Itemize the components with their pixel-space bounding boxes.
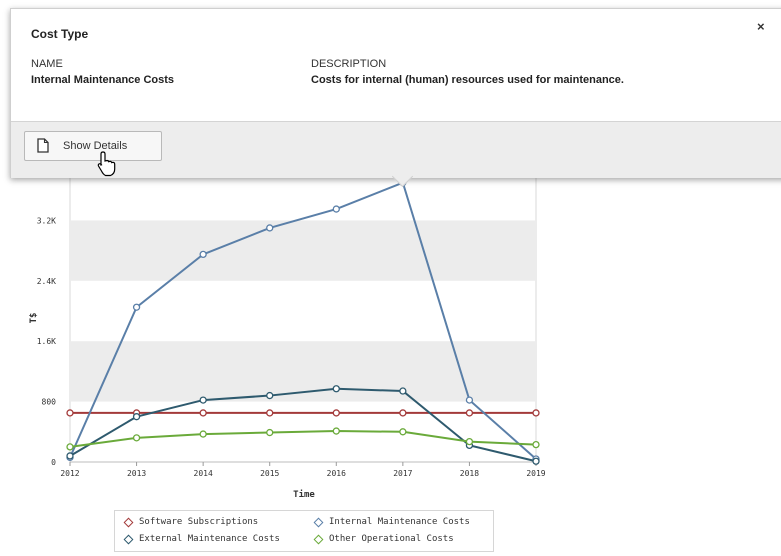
data-point[interactable] [399,387,407,395]
data-point[interactable] [66,443,74,451]
data-point[interactable] [399,428,407,436]
data-point[interactable] [266,391,274,400]
y-tick-label: 0 [51,458,56,467]
legend-marker [123,517,134,528]
data-point[interactable] [266,428,274,437]
x-tick-label: 2018 [460,469,479,478]
data-point[interactable] [266,409,274,417]
chart-legend: Software Subscriptions Internal Maintena… [114,510,494,552]
data-point[interactable] [66,409,74,417]
x-tick-label: 2014 [194,469,213,478]
data-point[interactable] [66,452,74,460]
name-label: NAME [31,58,63,70]
x-tick-label: 2015 [260,469,279,478]
x-tick-label: 2012 [60,469,79,478]
description-value: Costs for internal (human) resources use… [311,74,624,86]
y-tick-label: 800 [42,398,57,407]
legend-label: External Maintenance Costs [139,534,280,544]
data-point[interactable] [332,385,340,393]
legend-label: Software Subscriptions [139,517,259,527]
hand-cursor-icon [96,150,118,183]
x-axis-label: Time [293,489,315,500]
y-tick-label: 1.6K [37,337,56,346]
data-point[interactable] [332,205,340,213]
y-tick-label: 2.4K [37,277,56,286]
data-point[interactable] [399,409,407,417]
show-details-button[interactable]: Show Details [24,131,162,161]
data-point[interactable] [465,437,474,446]
cost-type-popover: Cost Type × NAME Internal Maintenance Co… [10,8,781,178]
popover-footer: Show Details [11,121,781,178]
data-point[interactable] [199,409,207,417]
data-point[interactable] [199,396,207,404]
data-point[interactable] [199,250,207,259]
close-icon[interactable]: × [757,19,765,34]
data-point[interactable] [132,434,141,442]
data-point[interactable] [199,430,207,438]
legend-label: Internal Maintenance Costs [329,517,470,527]
data-point[interactable] [465,396,474,404]
data-point[interactable] [266,224,274,232]
x-tick-label: 2016 [327,469,346,478]
legend-marker [313,517,324,528]
y-tick-label: 3.2K [37,216,56,225]
data-point[interactable] [532,440,540,449]
grid-band [70,220,536,281]
x-tick-label: 2019 [526,469,545,478]
document-icon [37,138,49,156]
description-label: DESCRIPTION [311,58,387,70]
name-value: Internal Maintenance Costs [31,74,175,86]
legend-marker [123,534,134,545]
x-tick-label: 2017 [393,469,412,478]
data-point[interactable] [332,427,340,435]
data-point[interactable] [532,409,540,417]
legend-label: Other Operational Costs [329,534,454,544]
data-point[interactable] [132,303,141,311]
data-point[interactable] [132,413,141,421]
popover-title: Cost Type [31,27,89,41]
data-point[interactable] [532,457,540,465]
data-point[interactable] [332,409,340,417]
x-tick-label: 2013 [127,469,146,478]
y-axis-label: T$ [29,313,39,324]
data-point[interactable] [465,409,474,417]
legend-marker [313,534,324,545]
